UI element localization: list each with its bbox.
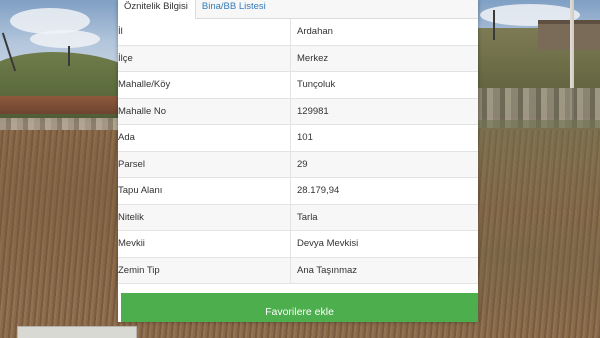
table-row: Ada 101: [118, 125, 478, 152]
table-row: Tapu Alanı 28.179,94: [118, 178, 478, 205]
attribute-value: Tunçoluk: [297, 79, 336, 90]
table-row: İl Ardahan: [118, 19, 478, 46]
attribute-table: İl Ardahan İlçe Merkez Mahalle/Köy Tunço…: [118, 19, 478, 284]
attribute-value: 28.179,94: [297, 185, 340, 196]
attribute-label: Mevkii: [118, 231, 291, 257]
table-row: Mahalle/Köy Tunçoluk: [118, 72, 478, 99]
table-row: Zemin Tip Ana Taşınmaz: [118, 257, 478, 284]
tab-building-list[interactable]: Bina/BB Listesi: [196, 0, 273, 19]
attribute-value: 129981: [297, 105, 329, 117]
grass-patch: [475, 120, 600, 210]
attribute-value: Ana Taşınmaz: [297, 264, 358, 276]
attribute-value: Devya Mevkisi: [297, 238, 359, 249]
attribute-label: Mahalle No: [118, 98, 291, 124]
attribute-value: Ardahan: [297, 26, 333, 37]
tab-bar: Öznitelik Bilgisi Bina/BB Listesi: [118, 0, 478, 19]
table-row: Nitelik Tarla: [118, 204, 478, 231]
table-row: Parsel 29: [118, 151, 478, 178]
attribute-label: Mahalle/Köy: [118, 72, 291, 98]
attribute-label: Parsel: [118, 151, 291, 177]
utility-pole: [68, 46, 70, 66]
table-row: Mevkii Devya Mevkisi: [118, 231, 478, 258]
attribute-label: Zemin Tip: [118, 257, 291, 283]
attribute-value: Tarla: [297, 211, 318, 223]
attribute-label: Ada: [118, 125, 291, 151]
attribute-value: 101: [297, 132, 313, 143]
attribute-value: Merkez: [297, 52, 329, 64]
attribute-label: İl: [118, 19, 291, 45]
attribute-label: Nitelik: [118, 204, 291, 230]
earth-bank: [0, 96, 125, 114]
cloud: [30, 30, 100, 48]
table-row: Mahalle No 129981: [118, 98, 478, 125]
attribute-label: Tapu Alanı: [118, 178, 291, 204]
utility-pole: [493, 10, 495, 40]
attribute-label: İlçe: [118, 45, 291, 71]
attribute-value: 29: [297, 158, 308, 170]
map-scale-label: [17, 326, 137, 338]
add-to-favorites-button[interactable]: Favorilere ekle: [121, 293, 478, 322]
tab-attribute-info[interactable]: Öznitelik Bilgisi: [118, 0, 196, 19]
table-row: İlçe Merkez: [118, 45, 478, 72]
attribute-panel: Öznitelik Bilgisi Bina/BB Listesi İl Ard…: [118, 0, 478, 322]
